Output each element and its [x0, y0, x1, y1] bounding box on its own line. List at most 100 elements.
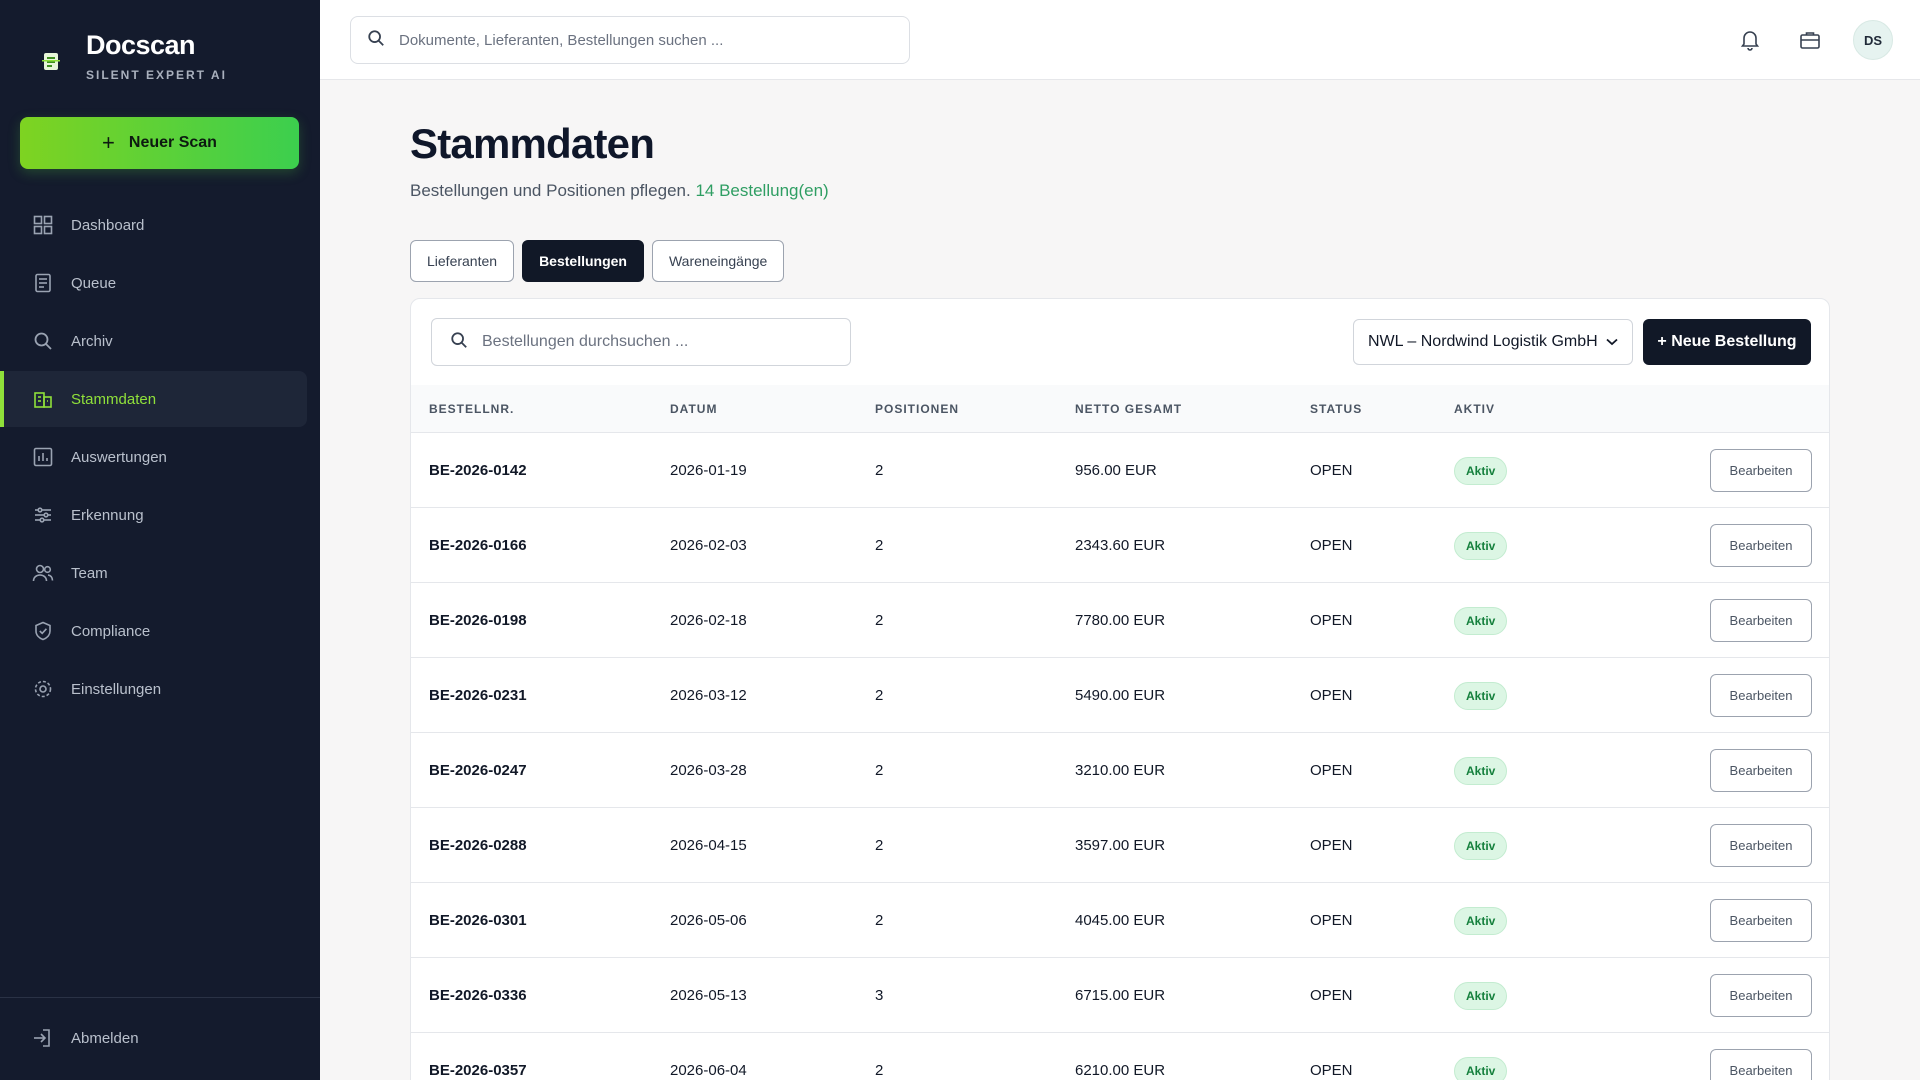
status-badge: Aktiv: [1454, 681, 1508, 710]
order-net: 4045.00 EUR: [1075, 912, 1166, 929]
order-number: BE-2026-0247: [429, 762, 527, 779]
table-row[interactable]: BE-2026-0288 2026-04-15 2 3597.00 EUR OP…: [411, 808, 1829, 883]
global-search[interactable]: [350, 16, 910, 64]
table-row[interactable]: BE-2026-0336 2026-05-13 3 6715.00 EUR OP…: [411, 958, 1829, 1033]
topbar: DS: [320, 0, 1920, 80]
logout-label: Abmelden: [71, 1029, 139, 1047]
order-positions: 2: [875, 762, 884, 779]
order-number: BE-2026-0231: [429, 687, 527, 704]
edit-button[interactable]: Bearbeiten: [1710, 674, 1812, 717]
order-date: 2026-03-12: [670, 687, 747, 704]
new-order-button[interactable]: + Neue Bestellung: [1643, 319, 1811, 365]
active-cell: Aktiv: [1454, 733, 1508, 808]
tab-lieferanten[interactable]: Lieferanten: [410, 240, 515, 282]
search-icon: [32, 330, 54, 352]
sidebar-item-archiv[interactable]: Archiv: [0, 313, 307, 369]
table-row[interactable]: BE-2026-0142 2026-01-19 2 956.00 EUR OPE…: [411, 433, 1829, 508]
avatar[interactable]: DS: [1853, 20, 1893, 60]
page-subtitle: Bestellungen und Positionen pflegen. 14 …: [410, 181, 829, 201]
edit-button[interactable]: Bearbeiten: [1710, 599, 1812, 642]
briefcase-icon[interactable]: [1794, 24, 1826, 56]
sidebar-item-stammdaten[interactable]: Stammdaten: [0, 371, 307, 427]
sidebar-item-label: Archiv: [71, 332, 113, 350]
table-row[interactable]: BE-2026-0357 2026-06-04 2 6210.00 EUR OP…: [411, 1033, 1829, 1080]
order-status: OPEN: [1310, 762, 1353, 779]
column-header-active[interactable]: AKTIV: [1454, 385, 1495, 433]
edit-button[interactable]: Bearbeiten: [1710, 449, 1812, 492]
brand[interactable]: Docscan SILENT EXPERT AI: [30, 28, 227, 82]
order-date: 2026-06-04: [670, 1062, 747, 1079]
table-row[interactable]: BE-2026-0301 2026-05-06 2 4045.00 EUR OP…: [411, 883, 1829, 958]
edit-button[interactable]: Bearbeiten: [1710, 524, 1812, 567]
active-cell: Aktiv: [1454, 658, 1508, 733]
sidebar-divider: [0, 997, 320, 998]
sidebar-item-label: Queue: [71, 274, 117, 292]
order-net: 3597.00 EUR: [1075, 837, 1166, 854]
status-badge: Aktiv: [1454, 906, 1508, 935]
column-header-positions[interactable]: POSITIONEN: [875, 385, 959, 433]
sidebar-item-queue[interactable]: Queue: [0, 255, 307, 311]
sidebar-item-compliance[interactable]: Compliance: [0, 603, 307, 659]
edit-button[interactable]: Bearbeiten: [1710, 749, 1812, 792]
order-status: OPEN: [1310, 537, 1353, 554]
global-search-input[interactable]: [399, 31, 879, 49]
order-number: BE-2026-0301: [429, 912, 527, 929]
orders-search-input[interactable]: [482, 333, 832, 351]
list-doc-icon: [32, 272, 54, 294]
order-number: BE-2026-0357: [429, 1062, 527, 1079]
supplier-select-value: NWL – Nordwind Logistik GmbH: [1368, 333, 1598, 350]
table-row[interactable]: BE-2026-0231 2026-03-12 2 5490.00 EUR OP…: [411, 658, 1829, 733]
active-cell: Aktiv: [1454, 1033, 1508, 1080]
users-icon: [32, 562, 54, 584]
order-number: BE-2026-0288: [429, 837, 527, 854]
column-header-order[interactable]: BESTELLNR.: [429, 385, 514, 433]
order-status: OPEN: [1310, 612, 1353, 629]
sidebar-item-team[interactable]: Team: [0, 545, 307, 601]
sidebar-item-einstellungen[interactable]: Einstellungen: [0, 661, 307, 717]
logout-button[interactable]: Abmelden: [32, 1018, 139, 1058]
active-cell: Aktiv: [1454, 808, 1508, 883]
edit-button[interactable]: Bearbeiten: [1710, 974, 1812, 1017]
order-count: 14 Bestellung(en): [695, 181, 829, 200]
edit-button[interactable]: Bearbeiten: [1710, 899, 1812, 942]
edit-button[interactable]: Bearbeiten: [1710, 1049, 1812, 1080]
table-row[interactable]: BE-2026-0247 2026-03-28 2 3210.00 EUR OP…: [411, 733, 1829, 808]
table-row[interactable]: BE-2026-0198 2026-02-18 2 7780.00 EUR OP…: [411, 583, 1829, 658]
new-scan-button[interactable]: + Neuer Scan: [20, 117, 299, 169]
column-header-net[interactable]: NETTO GESAMT: [1075, 385, 1182, 433]
order-date: 2026-02-18: [670, 612, 747, 629]
brand-name: Docscan: [86, 30, 196, 60]
sidebar-item-label: Auswertungen: [71, 448, 167, 466]
sidebar-item-dashboard[interactable]: Dashboard: [0, 197, 307, 253]
new-scan-label: Neuer Scan: [128, 134, 217, 151]
order-positions: 2: [875, 687, 884, 704]
sidebar-item-erkennung[interactable]: Erkennung: [0, 487, 307, 543]
bell-icon[interactable]: [1734, 24, 1766, 56]
order-status: OPEN: [1310, 987, 1353, 1004]
chart-icon: [32, 446, 54, 468]
order-positions: 2: [875, 837, 884, 854]
column-header-date[interactable]: DATUM: [670, 385, 717, 433]
order-number: BE-2026-0166: [429, 537, 527, 554]
building-icon: [32, 388, 54, 410]
order-date: 2026-01-19: [670, 462, 747, 479]
order-positions: 2: [875, 537, 884, 554]
search-icon: [450, 331, 468, 354]
active-cell: Aktiv: [1454, 958, 1508, 1033]
column-header-status[interactable]: STATUS: [1310, 385, 1362, 433]
table-body: BE-2026-0142 2026-01-19 2 956.00 EUR OPE…: [411, 433, 1829, 1080]
status-badge: Aktiv: [1454, 606, 1508, 635]
table-header: BESTELLNR. DATUM POSITIONEN NETTO GESAMT…: [411, 385, 1829, 433]
page-title: Stammdaten: [410, 120, 655, 167]
orders-search[interactable]: [431, 318, 851, 366]
sidebar-item-auswertungen[interactable]: Auswertungen: [0, 429, 307, 485]
tab-wareneingaenge[interactable]: Wareneingänge: [651, 240, 785, 282]
edit-button[interactable]: Bearbeiten: [1710, 824, 1812, 867]
tab-bestellungen[interactable]: Bestellungen: [522, 240, 644, 282]
supplier-select[interactable]: NWL – Nordwind Logistik GmbH: [1353, 319, 1633, 365]
order-date: 2026-03-28: [670, 762, 747, 779]
active-cell: Aktiv: [1454, 508, 1508, 583]
grid-icon: [32, 214, 54, 236]
table-row[interactable]: BE-2026-0166 2026-02-03 2 2343.60 EUR OP…: [411, 508, 1829, 583]
gear-icon: [32, 678, 54, 700]
